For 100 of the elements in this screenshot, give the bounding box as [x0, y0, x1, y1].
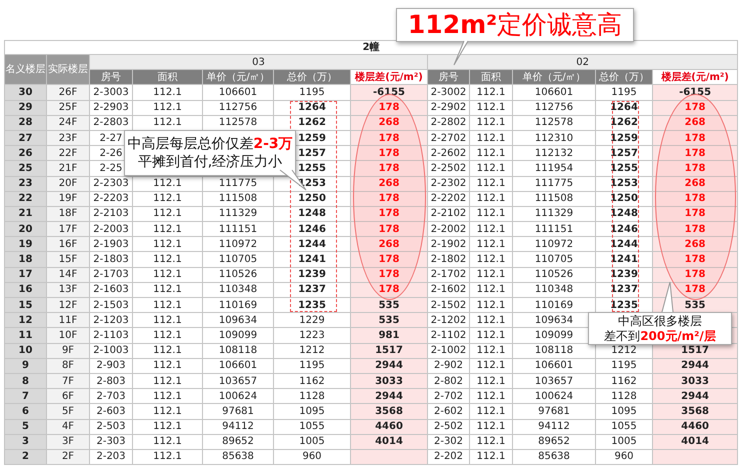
table-cell: 10 [4, 343, 46, 358]
table-cell: 5F [46, 404, 90, 419]
column-header: 单价（元/㎡） [202, 70, 274, 85]
table-cell: 17 [4, 267, 46, 282]
table-cell: 18F [46, 206, 90, 222]
table-cell: 2944 [652, 358, 738, 374]
table-cell: 1257 [596, 146, 652, 161]
table-cell: 2-1502 [428, 298, 470, 313]
column-header: 楼层差(元/m²) [652, 70, 738, 85]
table-cell: 2-2902 [428, 100, 470, 116]
table-cell: 26 [4, 146, 46, 161]
table-cell: 1237 [274, 282, 350, 298]
table-cell: 112.1 [470, 404, 512, 419]
table-cell: 2-2302 [428, 176, 470, 192]
table-cell: 112.1 [470, 100, 512, 116]
table-cell: 178 [652, 252, 738, 268]
table-cell: 1195 [596, 358, 652, 374]
table-cell: 960 [596, 449, 652, 465]
table-cell: 178 [350, 282, 428, 298]
table-cell: 178 [350, 100, 428, 116]
table-cell: 178 [350, 146, 428, 161]
table-cell: 100624 [202, 388, 274, 404]
table-cell: 110526 [202, 267, 274, 282]
table-cell: 112.1 [132, 252, 202, 268]
table-cell: 94112 [512, 419, 596, 434]
column-header: 面积 [470, 70, 512, 85]
table-cell: 21F [46, 160, 90, 176]
table-cell: 178 [350, 267, 428, 282]
table-cell: 1239 [274, 267, 350, 282]
table-cell: 178 [350, 130, 428, 146]
table-cell: 2-703 [90, 388, 132, 404]
table-cell: 21 [4, 206, 46, 222]
table-cell: 178 [652, 160, 738, 176]
table-cell: 268 [350, 115, 428, 130]
table-cell: 3568 [350, 404, 428, 419]
table-cell: 2-1202 [428, 312, 470, 328]
table-cell: 25 [4, 160, 46, 176]
table-cell: 2-1803 [90, 252, 132, 268]
table-cell: 12 [4, 312, 46, 328]
table-cell: 27 [4, 130, 46, 146]
table-cell: 112.1 [132, 449, 202, 465]
table-cell: 112.1 [470, 343, 512, 358]
table-cell: 1128 [596, 388, 652, 404]
table-cell: 28 [4, 115, 46, 130]
column-header: 单价（元/㎡） [512, 70, 596, 85]
table-cell: 103657 [512, 373, 596, 389]
table-cell: 1195 [274, 84, 350, 100]
table-cell: 22F [46, 146, 90, 161]
table-cell: 2-702 [428, 388, 470, 404]
table-cell: 2-802 [428, 373, 470, 389]
table-cell: 1162 [596, 373, 652, 389]
table-cell: 112.1 [470, 449, 512, 465]
table-cell: 2-1903 [90, 236, 132, 252]
callout-text: 112m²定价诚意高 [408, 9, 622, 42]
table-cell: 112.1 [132, 404, 202, 419]
table-cell: 2-1503 [90, 298, 132, 313]
table-cell: 4F [46, 419, 90, 434]
table-cell: 112578 [512, 115, 596, 130]
table-cell: 2-303 [90, 434, 132, 450]
table-cell: 960 [274, 449, 350, 465]
table-cell: 2 [4, 449, 46, 465]
table-cell: 112.1 [132, 222, 202, 237]
table-cell: 268 [350, 176, 428, 192]
table-cell: 2-2103 [90, 206, 132, 222]
table-cell: 1229 [274, 312, 350, 328]
table-cell: 178 [652, 267, 738, 282]
table-cell: 26F [46, 84, 90, 100]
table-cell: 106601 [512, 84, 596, 100]
table-cell: 1162 [274, 373, 350, 389]
table-cell: 109634 [202, 312, 274, 328]
table-cell: 110972 [512, 236, 596, 252]
table-cell: 2-602 [428, 404, 470, 419]
table-cell: 1128 [274, 388, 350, 404]
table-cell: 4460 [652, 419, 738, 434]
table-cell: 2-1103 [90, 328, 132, 344]
table-cell: 2-202 [428, 449, 470, 465]
table-cell: 178 [652, 146, 738, 161]
table-cell: 112.1 [470, 358, 512, 374]
table-cell: 268 [652, 236, 738, 252]
table-cell: 1195 [596, 84, 652, 100]
table-cell: 1095 [596, 404, 652, 419]
table-cell: 112.1 [470, 328, 512, 344]
table-cell: 110705 [512, 252, 596, 268]
table-cell: 6 [4, 404, 46, 419]
table-cell: 3033 [350, 373, 428, 389]
table-cell: 2-2203 [90, 191, 132, 206]
table-cell: 4014 [652, 434, 738, 450]
table-cell: 112.1 [132, 419, 202, 434]
table-cell: 112.1 [470, 434, 512, 450]
table-cell: 110348 [512, 282, 596, 298]
table-cell: 1517 [350, 343, 428, 358]
table-cell: 2-1602 [428, 282, 470, 298]
table-cell: 1212 [274, 343, 350, 358]
table-cell: 1095 [274, 404, 350, 419]
table-cell: 1241 [596, 252, 652, 268]
table-cell: 25F [46, 100, 90, 116]
table-cell: 9F [46, 343, 90, 358]
table-cell: 112.1 [132, 206, 202, 222]
table-cell: 1239 [596, 267, 652, 282]
table-cell: 110526 [512, 267, 596, 282]
